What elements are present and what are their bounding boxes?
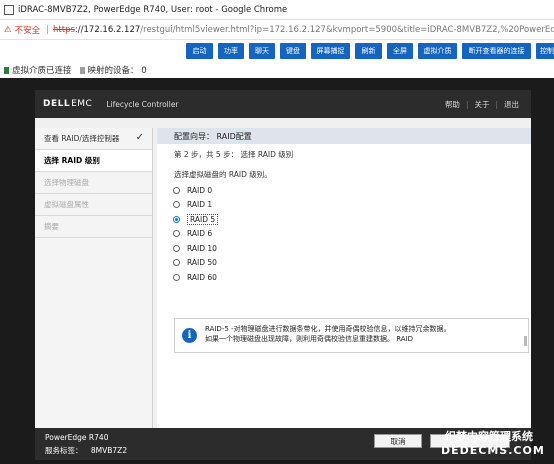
url-path: /restgui/html5viewer.html?ip=172.16.2.12…	[140, 24, 554, 35]
insecure-label[interactable]: 不安全	[15, 24, 41, 36]
wizard-title: 配置向导： RAID配置	[157, 128, 531, 144]
step-view-raid[interactable]: 查看 RAID/选择控制器 ✓	[35, 128, 152, 150]
media-status-bar: 虚拟介质已连接 映射的设备： 0	[0, 62, 554, 78]
server-model: PowerEdge R740	[45, 433, 109, 442]
raid-option[interactable]: RAID 0	[173, 183, 531, 198]
step-virtual-disk-attributes: 虚拟磁盘属性	[35, 194, 152, 216]
info-icon: i	[182, 328, 197, 343]
raid-option-label[interactable]: RAID 10	[187, 244, 217, 253]
watermark: 织梦内容管理系统 DEDECMS.COM	[437, 428, 554, 464]
divider: |	[465, 99, 469, 109]
step-label: 选择物理磁盘	[44, 178, 89, 187]
raid-description: RAID-5 -对物理磁盘进行数据条带化，并使用奇偶校验信息，以维持冗余数据。 …	[205, 324, 520, 344]
fullscreen-button[interactable]: 全屏	[387, 43, 413, 59]
product-title: Lifecycle Controller	[106, 99, 179, 109]
connected-indicator-icon	[4, 66, 9, 74]
window-icon	[4, 4, 14, 15]
dell-emc-logo: DELL EMC	[43, 99, 92, 109]
virtual-console-toolbar: 启动 功率 聊天 键盘 屏幕捕捉 刷新 全屏 虚拟介质 断开查看器的连接 控制	[0, 40, 554, 64]
lc-header: DELL EMC Lifecycle Controller 帮助 | 关于 | 退…	[35, 90, 531, 118]
step-indicator: 第 2 步，共 5 步： 选择 RAID 级别	[174, 150, 294, 159]
radio-icon[interactable]	[173, 230, 180, 238]
step-select-physical-disks: 选择物理磁盘	[35, 172, 152, 194]
device-indicator-icon	[79, 66, 85, 74]
raid-info-box: i RAID-5 -对物理磁盘进行数据条带化，并使用奇偶校验信息，以维持冗余数据…	[174, 318, 529, 353]
info-scrollbar[interactable]	[524, 336, 527, 346]
url-scheme: https	[53, 24, 75, 35]
raid-option-label[interactable]: RAID 50	[187, 258, 217, 267]
wizard-steps-sidebar: 查看 RAID/选择控制器 ✓ 选择 RAID 级别 选择物理磁盘 虚拟磁盘属性…	[35, 128, 153, 428]
disconnect-viewer-button[interactable]: 断开查看器的连接	[462, 43, 531, 59]
header-links: 帮助 | 关于 | 退出	[445, 90, 519, 118]
raid-option-label[interactable]: RAID 60	[187, 273, 217, 282]
lifecycle-controller-window: DELL EMC Lifecycle Controller 帮助 | 关于 | 退…	[35, 90, 531, 460]
mapped-devices-text: 映射的设备： 0	[87, 66, 147, 76]
url-separator: |	[46, 24, 50, 35]
url-host: ://172.16.2.127	[74, 24, 141, 35]
radio-icon[interactable]	[173, 201, 180, 209]
exit-link[interactable]: 退出	[504, 99, 519, 110]
raid-option-selected[interactable]: RAID 5	[173, 212, 531, 227]
window-title-bar: iDRAC-8MVB7Z2, PowerEdge R740, User: roo…	[0, 0, 554, 20]
raid-option[interactable]: RAID 60	[173, 270, 531, 285]
logo-emc: EMC	[71, 99, 93, 109]
help-link[interactable]: 帮助	[445, 99, 460, 110]
watermark-line1: 织梦内容管理系统	[445, 430, 533, 443]
logo-dell: DELL	[43, 99, 71, 109]
radio-icon[interactable]	[173, 259, 180, 267]
watermark-line2: DEDECMS.COM	[441, 444, 545, 457]
step-label: 查看 RAID/选择控制器	[44, 134, 120, 143]
step-label: 摘要	[44, 222, 59, 231]
control-button[interactable]: 控制	[536, 43, 554, 59]
raid-option[interactable]: RAID 50	[173, 256, 531, 271]
raid-option-label[interactable]: RAID 1	[187, 200, 212, 209]
raid-option-label[interactable]: RAID 6	[187, 229, 212, 238]
about-link[interactable]: 关于	[474, 99, 489, 110]
refresh-button[interactable]: 刷新	[355, 43, 382, 59]
raid-option-label[interactable]: RAID 5	[187, 213, 219, 225]
raid-option-label[interactable]: RAID 0	[187, 186, 212, 195]
raid-prompt: 选择虚拟磁盘的 RAID 级别。	[174, 170, 272, 179]
step-label: 虚拟磁盘属性	[44, 200, 89, 209]
chat-button[interactable]: 聊天	[249, 43, 275, 59]
keyboard-button[interactable]: 键盘	[280, 43, 306, 59]
service-tag-label: 服务标签：	[45, 446, 83, 455]
radio-selected-icon[interactable]	[173, 215, 180, 223]
address-bar[interactable]: ⚠ 不安全 | https ://172.16.2.127 /restgui/h…	[0, 20, 554, 40]
warning-icon[interactable]: ⚠	[4, 25, 12, 35]
raid-description-line2: 如果一个物理磁盘出现故障，则利用奇偶校验信息重建数据。 RAID	[205, 335, 414, 343]
divider: |	[495, 99, 498, 109]
window-title: iDRAC-8MVB7Z2, PowerEdge R740, User: roo…	[18, 4, 288, 15]
raid-level-radio-group: RAID 0 RAID 1 RAID 5 RAID 6 RAID 10 RAID…	[173, 183, 531, 285]
screen-capture-button[interactable]: 屏幕捕捉	[311, 43, 350, 59]
checkmark-icon: ✓	[135, 132, 144, 143]
radio-icon[interactable]	[173, 186, 180, 194]
cancel-button[interactable]: 取消	[374, 434, 422, 448]
raid-option[interactable]: RAID 1	[173, 198, 531, 213]
virtual-media-button[interactable]: 虚拟介质	[418, 43, 457, 59]
radio-icon[interactable]	[173, 273, 180, 281]
radio-icon[interactable]	[173, 244, 180, 252]
step-summary: 摘要	[35, 216, 152, 238]
media-status-text: 虚拟介质已连接	[12, 66, 72, 76]
service-tag-row: 服务标签： 8MVB7Z2	[45, 445, 133, 456]
boot-button[interactable]: 启动	[186, 43, 213, 59]
raid-description-line1: RAID-5 -对物理磁盘进行数据条带化，并使用奇偶校验信息，以维持冗余数据。	[205, 325, 451, 333]
wizard-content: 配置向导： RAID配置 第 2 步，共 5 步： 选择 RAID 级别 选择虚…	[157, 128, 531, 428]
power-button[interactable]: 功率	[218, 43, 244, 59]
step-select-raid-level[interactable]: 选择 RAID 级别	[35, 150, 152, 172]
step-label: 选择 RAID 级别	[44, 156, 100, 165]
raid-option[interactable]: RAID 10	[173, 241, 531, 256]
raid-option[interactable]: RAID 6	[173, 227, 531, 242]
service-tag-value: 8MVB7Z2	[90, 446, 128, 455]
